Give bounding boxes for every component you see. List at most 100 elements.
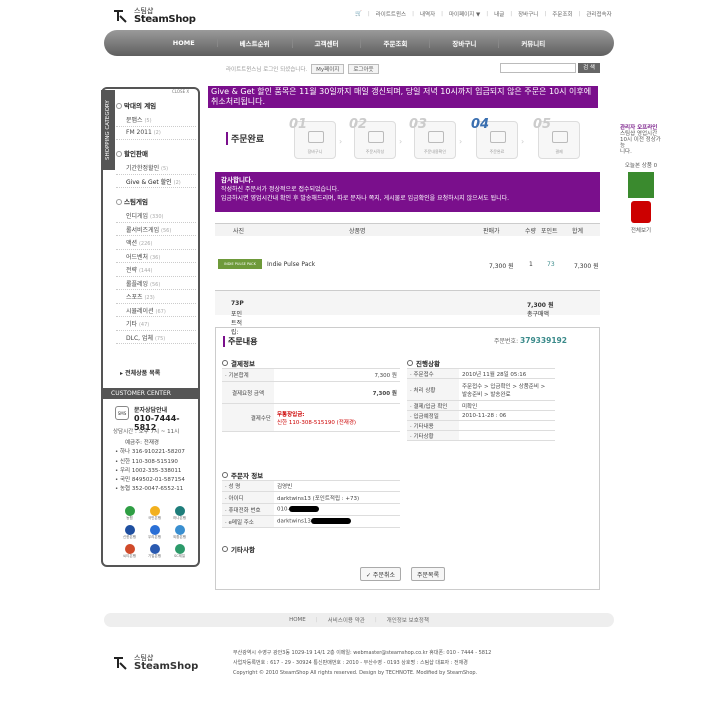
bank-logo: 씨티은행 xyxy=(117,544,142,559)
pen-icon xyxy=(368,131,384,143)
product-thumbnail[interactable]: INDIE PULSE PACK xyxy=(218,259,262,269)
sidebar-item[interactable]: 문맵스 (5) xyxy=(116,113,196,127)
footer-nav: HOME | 서비스이용 약관 | 개인정보 보호정책 xyxy=(104,613,614,627)
recent-product-thumb[interactable] xyxy=(628,172,654,198)
notice-banner: Give & Get 할인 품목은 11월 30일까지 매일 갱신되며, 당일 … xyxy=(208,86,598,108)
sidebar-item[interactable]: 기간한정할인 (5) xyxy=(116,161,196,175)
cancel-order-button[interactable]: ✓ 주문취소 xyxy=(360,567,402,581)
login-status: 라이트트윈스님 로그인 되셨습니다. My페이지 로그아웃 xyxy=(226,63,406,74)
product-name[interactable]: Indie Pulse Pack xyxy=(267,261,315,268)
category-group-steam: 스팀게임 인디게임 (330) 롤서비즈게임 (56) 액션 (226) 어드벤… xyxy=(116,196,196,344)
cs-hours: 상담시간 : 오후 7시 ~ 11시 xyxy=(113,429,180,435)
nav-orders[interactable]: 주문조회 xyxy=(361,38,431,48)
redaction-mark xyxy=(289,506,320,513)
top-link-admin[interactable]: 관리접속자 xyxy=(586,10,611,18)
bank-icon xyxy=(174,544,185,554)
sidebar-tab: SHOPPING CATEGORY xyxy=(101,90,115,170)
quick-panel: 관리자 오프라인 스팀샵 영업시간 10시 이전 정상가능 니다. 오늘본 상품 0 … xyxy=(620,125,662,234)
top-link-cart[interactable]: 장바구니 xyxy=(518,10,538,18)
mypage-button[interactable]: My페이지 xyxy=(311,63,345,74)
bank-icon xyxy=(124,544,135,554)
nav-community[interactable]: 커뮤니티 xyxy=(499,38,567,48)
bank-icon xyxy=(174,525,185,535)
progress-section-title: 진행상황 xyxy=(407,358,440,368)
etc-section-title: 기타사항 xyxy=(222,544,255,554)
nav-home[interactable]: HOME xyxy=(151,39,218,47)
order-number: 주문번호: 379339192 xyxy=(494,336,567,345)
customer-center-title: CUSTOMER CENTER xyxy=(103,388,200,399)
bank-logo: 농협 xyxy=(117,506,142,521)
customer-center: CUSTOMER CENTER SMS 문자상담안내 010-7444-5812… xyxy=(103,388,200,564)
order-table-header: 사진 상품명 판매가 수량 포인트 합계 xyxy=(215,223,600,236)
footer-home[interactable]: HOME xyxy=(289,617,306,623)
redaction-mark xyxy=(310,518,351,525)
sidebar-item[interactable]: FM 2011 (2) xyxy=(116,127,196,140)
order-summary: 포인트적립: 73P 총구매액 7,300 원 xyxy=(215,290,600,336)
step-confirm: 03 주문내용확인 xyxy=(409,117,456,159)
bank-logo: SC제일 xyxy=(167,544,192,559)
sms-guide: 문자상담안내 xyxy=(134,407,168,414)
footer-privacy[interactable]: 개인정보 보호정책 xyxy=(387,616,429,624)
bank-logo: 하나은행 xyxy=(167,506,192,521)
recent-product-thumb[interactable] xyxy=(631,201,651,223)
sidebar-item[interactable]: 롤플레잉 (56) xyxy=(116,277,196,290)
step-cart: 01 장바구니 xyxy=(289,117,336,159)
logout-button[interactable]: 로그아웃 xyxy=(348,63,379,74)
payment-table: · 기본합계 7,300 원 결제요청 금액 7,300 원 결제수단 무통장입금: 신… xyxy=(222,368,400,432)
cart-icon xyxy=(308,131,324,143)
page-title: 주문완료 xyxy=(226,132,264,145)
sidebar-item[interactable]: 기타 (47) xyxy=(116,317,196,331)
sidebar-item[interactable]: 액션 (226) xyxy=(116,236,196,250)
sidebar-item[interactable]: 전략 (144) xyxy=(116,263,196,277)
bullet-icon xyxy=(116,199,122,205)
nav-support[interactable]: 고객센터 xyxy=(293,38,362,48)
arrow-icon: › xyxy=(399,137,403,146)
nav-best[interactable]: 베스트순위 xyxy=(218,38,293,48)
bank-accounts: 예금주: 전재경 • 하나 316-910221-58207 • 신한 110-… xyxy=(115,440,185,493)
search-input[interactable] xyxy=(500,63,576,73)
top-link-info[interactable]: 내역자 xyxy=(420,10,435,18)
orderer-table: · 성 명 김영빈 · 아이디 darktwins13 (포인트적립 : +73) … xyxy=(222,480,400,528)
bullet-icon xyxy=(116,151,122,157)
footer-terms[interactable]: 서비스이용 약관 xyxy=(328,616,365,624)
recently-viewed-label: 오늘본 상품 0 xyxy=(624,163,658,169)
sidebar-item[interactable]: 시뮬레이션 (67) xyxy=(116,304,196,317)
sidebar-item[interactable]: 어드벤처 (36) xyxy=(116,250,196,263)
top-link-posts[interactable]: 내글 xyxy=(494,10,504,18)
all-categories-link[interactable]: ▸ 전체상품 목록 xyxy=(120,368,160,377)
view-all-link[interactable]: 전체보기 xyxy=(620,226,662,234)
sidebar-item[interactable]: 롤서비즈게임 (56) xyxy=(116,223,196,236)
steamshop-logo-icon xyxy=(114,10,127,23)
arrow-icon: › xyxy=(339,137,343,146)
document-icon xyxy=(428,131,444,143)
monitor-icon xyxy=(490,131,506,143)
sidebar-close-button[interactable]: CLOSE X xyxy=(172,89,189,94)
bullet-icon xyxy=(116,103,122,109)
cart-icon[interactable]: 🛒 xyxy=(355,11,362,17)
nav-cart[interactable]: 장바구니 xyxy=(430,38,500,48)
site-logo[interactable]: 스팀샵 SteamShop xyxy=(113,6,196,28)
progress-table: · 주문접수 2010년 11월 28일 05:16 · 처리 상황 주문접수 > … xyxy=(407,368,555,441)
search-button[interactable]: 검 색 xyxy=(578,63,600,73)
bank-icon xyxy=(124,506,135,516)
thank-you-box: 감사합니다. 작성하신 주문서가 정상적으로 접수되었습니다. 입금하시면 영업… xyxy=(215,172,600,212)
sidebar-item[interactable]: 인디게임 (330) xyxy=(116,209,196,223)
sidebar-item[interactable]: 스포츠 (23) xyxy=(116,290,196,304)
step-order-form: 02 주문서작성 xyxy=(349,117,396,159)
top-link-mypage[interactable]: 마이페이지 ▼ xyxy=(449,10,480,18)
arrow-icon: › xyxy=(459,137,463,146)
top-link-user[interactable]: 라이트트윈스 xyxy=(376,10,406,18)
order-detail-title: 주문내용 xyxy=(223,336,257,347)
login-text: 라이트트윈스님 로그인 되셨습니다. xyxy=(226,66,308,73)
bank-logo: 신한은행 xyxy=(117,525,142,540)
bank-icon xyxy=(149,544,160,554)
top-link-orders[interactable]: 주문조회 xyxy=(552,10,572,18)
steamshop-logo-icon xyxy=(114,657,127,670)
footer-info: 부산광역시 수영구 광안3동 1029-19 14/1 2층 이메일: webm… xyxy=(233,650,492,676)
footer-logo: 스팀샵 SteamShop xyxy=(113,653,198,675)
admin-notice: 관리자 오프라인 스팀샵 영업시간 10시 이전 정상가능 니다. xyxy=(620,125,661,155)
bank-logo: 우리은행 xyxy=(142,525,167,540)
order-list-button[interactable]: 주문목록 xyxy=(411,567,446,581)
sidebar-item[interactable]: DLC, 업체 (75) xyxy=(116,331,196,344)
sidebar-item[interactable]: Give & Get 할인 (2) xyxy=(116,175,196,188)
